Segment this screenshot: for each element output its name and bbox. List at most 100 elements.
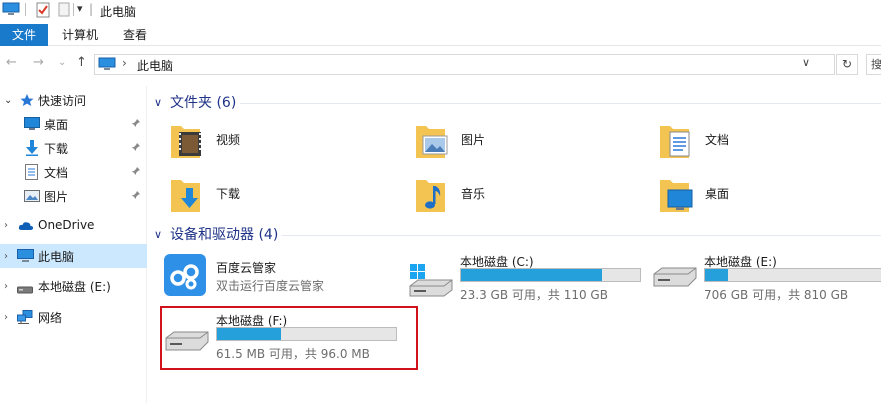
document-folder-icon [659,120,691,160]
hdd-icon [164,330,210,355]
address-bar[interactable]: › 此电脑 ∨ [94,54,835,75]
sidebar-item-downloads[interactable]: 下载 [0,136,147,160]
device-capacity-text: 706 GB 可用，共 810 GB [704,288,849,302]
capacity-fill [217,328,282,340]
sidebar-item-label: 文档 [44,165,69,180]
sidebar-item-label: 桌面 [44,117,69,132]
ribbon: 文件 计算机 查看 [0,24,881,46]
folder-label: 音乐 [461,187,486,201]
pin-icon[interactable] [131,142,141,155]
device-item[interactable]: 本地磁盘 (E:) 706 GB 可用，共 810 GB [652,250,881,305]
star-icon [20,93,34,110]
picture-folder-icon [415,120,448,160]
network-icon [17,310,33,327]
desktop-icon [24,117,40,133]
folder-item[interactable]: 音乐 [395,172,615,216]
refresh-button[interactable]: ↻ [836,54,858,75]
tab-computer[interactable]: 计算机 [56,24,104,46]
sidebar-item-pictures[interactable]: 图片 [0,184,147,208]
cloud-icon [18,220,34,234]
folder-label: 图片 [461,133,486,147]
title-bar: ▾ | 此电脑 [0,0,881,20]
properties-icon[interactable] [36,2,50,21]
sidebar-item-onedrive[interactable]: › OneDrive [0,213,147,237]
sidebar-item-this-pc[interactable]: › 此电脑 [0,244,147,268]
navigation-pane: ⌄ 快速访问 桌面 下载 文档 图片 › OneDrive › 此电脑 › 本地… [0,86,147,403]
picture-icon [24,190,40,205]
sidebar-item-label: 图片 [44,189,69,204]
content-pane: ∨ 文件夹 (6) 视频 图片 文档 下载 音乐 桌面 ∨ 设备和驱动器 (4)… [150,86,881,403]
folder-item[interactable]: 文档 [639,118,859,162]
group-divider [240,103,881,104]
collapsed-chevron-icon[interactable]: › [4,220,8,231]
sidebar-item-documents[interactable]: 文档 [0,160,147,184]
folder-item[interactable]: 图片 [395,118,615,162]
toolbar-separator [73,3,74,16]
computer-icon[interactable] [2,2,20,19]
hdd-icon [652,266,698,291]
sidebar-item-label: 此电脑 [38,249,75,264]
up-button[interactable]: ↑ [76,54,87,72]
tab-file[interactable]: 文件 [0,24,48,46]
device-item[interactable]: 本地磁盘 (C:) 23.3 GB 可用，共 110 GB [408,250,648,305]
sidebar-item-drive-e[interactable]: › 本地磁盘 (E:) [0,274,147,298]
sidebar-item-label: OneDrive [38,218,95,232]
device-capacity-text: 23.3 GB 可用，共 110 GB [460,288,608,302]
tab-view[interactable]: 查看 [115,24,155,46]
pin-icon[interactable] [131,190,141,203]
folder-item[interactable]: 视频 [150,118,370,162]
download-folder-icon [170,174,202,214]
expanded-chevron-icon[interactable]: ⌄ [4,95,12,106]
sidebar-item-label: 下载 [44,141,69,156]
customize-toolbar-dropdown[interactable]: ▾ [77,2,83,15]
device-item[interactable]: 百度云管家 双击运行百度云管家 [164,254,394,304]
collapsed-chevron-icon[interactable]: › [4,281,8,292]
pin-icon[interactable] [131,118,141,131]
sidebar-item-desktop[interactable]: 桌面 [0,112,147,136]
device-item[interactable]: 本地磁盘 (F:) 61.5 MB 可用，共 96.0 MB [164,310,404,365]
sidebar-item-quick-access[interactable]: ⌄ 快速访问 [0,88,147,112]
sidebar-item-network[interactable]: › 网络 [0,305,147,329]
collapsed-chevron-icon[interactable]: › [4,251,8,262]
search-input[interactable]: 搜 [866,54,881,75]
new-folder-icon[interactable] [58,2,70,20]
collapsed-chevron-icon[interactable]: › [4,312,8,323]
device-description: 双击运行百度云管家 [216,279,325,293]
back-button[interactable]: ← [6,54,17,72]
computer-icon [98,57,116,74]
computer-icon [17,249,34,266]
address-dropdown-icon[interactable]: ∨ [802,56,810,69]
recent-locations-button[interactable]: ⌄ [58,54,66,72]
forward-button[interactable]: → [33,54,44,72]
document-icon [25,164,38,183]
capacity-fill [461,269,603,281]
folder-item[interactable]: 下载 [150,172,370,216]
windows-drive-icon [408,264,454,301]
title-separator: | [89,2,94,16]
folder-item[interactable]: 桌面 [639,172,859,216]
breadcrumb-chevron-icon[interactable]: › [122,56,127,70]
group-divider [282,235,881,236]
group-label: 文件夹 (6) [170,95,237,111]
breadcrumb-this-pc[interactable]: 此电脑 [137,57,173,74]
video-folder-icon [170,120,202,160]
folder-label: 文档 [705,133,730,147]
capacity-fill [705,269,729,281]
pin-icon[interactable] [131,166,141,179]
group-label: 设备和驱动器 (4) [170,227,279,243]
baidu-cloud-icon [164,254,206,299]
folder-label: 下载 [216,187,241,201]
capacity-bar [216,327,397,341]
chevron-down-icon[interactable]: ∨ [154,96,162,109]
sidebar-item-label: 本地磁盘 (E:) [38,279,111,294]
capacity-bar [704,268,881,282]
desktop-folder-icon [659,174,693,214]
folder-label: 桌面 [705,187,730,201]
device-capacity-text: 61.5 MB 可用，共 96.0 MB [216,347,370,361]
capacity-bar [460,268,641,282]
chevron-down-icon[interactable]: ∨ [154,228,162,241]
music-folder-icon [415,174,447,214]
sidebar-item-label: 快速访问 [38,93,87,108]
window-title: 此电脑 [100,5,137,19]
sidebar-item-label: 网络 [38,310,63,325]
